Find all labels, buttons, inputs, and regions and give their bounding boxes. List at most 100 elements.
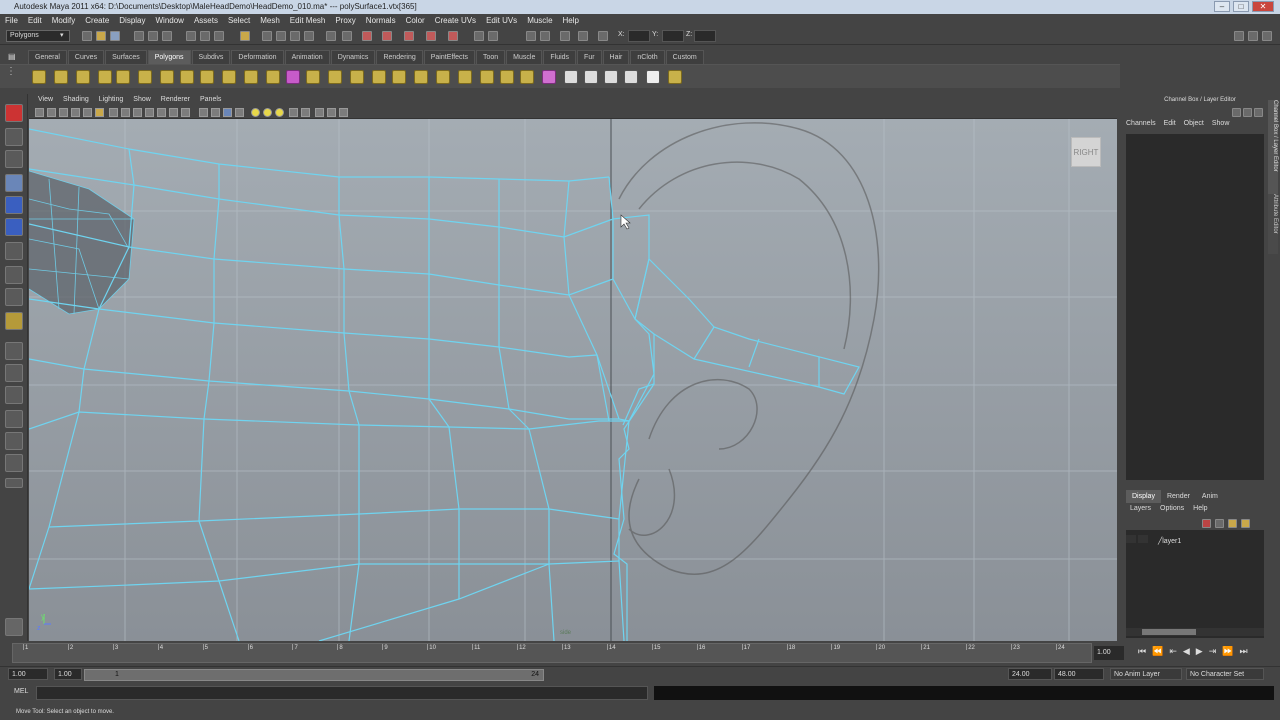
shelf-tab-polygons[interactable]: Polygons <box>147 50 191 64</box>
panel-menu-show[interactable]: Show <box>128 94 156 106</box>
shelf-tab-curves[interactable]: Curves <box>67 50 105 64</box>
panel-menu-shading[interactable]: Shading <box>58 94 94 106</box>
shelf-tab-rendering[interactable]: Rendering <box>376 50 423 64</box>
play-backwards-icon[interactable]: ◀ <box>1183 646 1190 657</box>
paint-select-tool-icon[interactable] <box>5 150 23 168</box>
cut-uvs-icon[interactable] <box>646 70 660 84</box>
shelf-tab-muscle[interactable]: Muscle <box>506 50 543 64</box>
layout-uvs-icon[interactable] <box>604 70 618 84</box>
show-attribute-editor-icon[interactable] <box>1234 31 1244 41</box>
image-plane-icon[interactable] <box>71 108 80 117</box>
shelf-tab-toon[interactable]: Toon <box>475 50 506 64</box>
menu-muscle[interactable]: Muscle <box>522 14 557 27</box>
resolution-gate-icon[interactable] <box>133 108 142 117</box>
animation-end-field[interactable]: 48.00 <box>1054 668 1104 680</box>
playback-end-field[interactable]: 24.00 <box>1008 668 1052 680</box>
step-back-key-icon[interactable]: ⇤ <box>1169 646 1177 657</box>
render-view-icon[interactable] <box>426 31 436 41</box>
menu-mesh[interactable]: Mesh <box>255 14 285 27</box>
poly-sphere-icon[interactable] <box>32 70 46 84</box>
menu-help[interactable]: Help <box>558 14 584 27</box>
xray-joints-icon[interactable] <box>301 108 310 117</box>
snap-grid-icon[interactable] <box>262 31 272 41</box>
z-field[interactable] <box>694 30 716 42</box>
toggle-panel-icon[interactable] <box>578 31 588 41</box>
layer-row[interactable]: ╱layer1 <box>1126 535 1260 546</box>
render-settings-icon[interactable] <box>382 31 392 41</box>
automatic-mapping-icon[interactable] <box>542 70 556 84</box>
rename-icon[interactable] <box>526 31 536 41</box>
bevel-icon[interactable] <box>436 70 450 84</box>
shelf-tab-subdivs[interactable]: Subdivs <box>191 50 231 64</box>
gate-mask-icon[interactable] <box>145 108 154 117</box>
poly-torus-icon[interactable] <box>138 70 152 84</box>
save-scene-icon[interactable] <box>110 31 120 41</box>
panel-menu-lighting[interactable]: Lighting <box>94 94 129 106</box>
safe-title-icon[interactable] <box>181 108 190 117</box>
shelf-tab-painteffects[interactable]: PaintEffects <box>423 50 475 64</box>
shelf-tab-custom[interactable]: Custom <box>665 50 704 64</box>
poly-cube-icon[interactable] <box>54 70 68 84</box>
four-view-layout-icon[interactable] <box>5 364 23 382</box>
menu-assets[interactable]: Assets <box>189 14 223 27</box>
new-layer-icon[interactable] <box>1202 519 1211 528</box>
grease-pencil-icon[interactable] <box>95 108 104 117</box>
layer-move-down-icon[interactable] <box>1241 519 1250 528</box>
show-modeling-toolkit-icon[interactable] <box>560 31 570 41</box>
menu-edit[interactable]: Edit <box>23 14 47 27</box>
shelf-tab-animation[interactable]: Animation <box>284 50 330 64</box>
merge-icon[interactable] <box>458 70 472 84</box>
layer-tab-display[interactable]: Display <box>1126 490 1161 503</box>
split-polygon-icon[interactable] <box>392 70 406 84</box>
tool-settings-mode-icon[interactable] <box>1254 108 1263 117</box>
grid-toggle-icon[interactable] <box>109 108 118 117</box>
shelf-tab-dynamics[interactable]: Dynamics <box>330 50 376 64</box>
playback-start-field[interactable]: 1.00 <box>54 668 82 680</box>
time-slider-ruler[interactable]: 1 2 3 4 5 6 7 8 9 10 11 12 13 14 15 16 17 18 19 20 21 22 23 24 <box>12 643 1092 663</box>
help-tool-icon[interactable] <box>5 618 23 636</box>
render-icon[interactable] <box>342 31 352 41</box>
select-object-icon[interactable] <box>148 31 158 41</box>
close-button[interactable]: ✕ <box>1252 1 1274 12</box>
ipr-render-icon[interactable] <box>362 31 372 41</box>
poly-prism-icon[interactable] <box>160 70 174 84</box>
show-tool-settings-icon[interactable] <box>1248 31 1258 41</box>
show-channel-box-icon[interactable] <box>1262 31 1272 41</box>
merge-to-center-icon[interactable] <box>480 70 494 84</box>
collapse-icon[interactable] <box>500 70 514 84</box>
rotate-tool-icon[interactable] <box>5 196 23 214</box>
layer-menu-layers[interactable]: Layers <box>1130 505 1151 512</box>
xray-icon[interactable] <box>289 108 298 117</box>
bridge-icon[interactable] <box>328 70 342 84</box>
minimize-button[interactable]: – <box>1214 1 1230 12</box>
relative-transform-icon[interactable] <box>488 31 498 41</box>
poly-pipe-icon[interactable] <box>180 70 194 84</box>
combine-icon[interactable] <box>244 70 258 84</box>
shadows-icon[interactable] <box>275 108 284 117</box>
bookmark-icon[interactable] <box>59 108 68 117</box>
poly-plane-icon[interactable] <box>116 70 130 84</box>
wireframe-on-shaded-icon[interactable] <box>223 108 232 117</box>
scale-tool-icon[interactable] <box>5 218 23 236</box>
lasso-tool-icon[interactable] <box>5 128 23 146</box>
panel-menu-renderer[interactable]: Renderer <box>156 94 195 106</box>
panel-menu-view[interactable]: View <box>33 94 58 106</box>
panel-menu-panels[interactable]: Panels <box>195 94 226 106</box>
shelf-tab-hair[interactable]: Hair <box>602 50 630 64</box>
poly-soccer-ball-icon[interactable] <box>222 70 236 84</box>
go-to-end-icon[interactable]: ⏭ <box>1239 646 1247 657</box>
channel-box-mode-icon[interactable] <box>1232 108 1241 117</box>
snap-point-icon[interactable] <box>290 31 300 41</box>
history-icon[interactable] <box>326 31 336 41</box>
shelf-menu-icon[interactable]: ▤ <box>8 52 16 61</box>
current-frame-field[interactable]: 1.00 <box>1094 646 1124 660</box>
channel-box-menu-channels[interactable]: Channels <box>1126 120 1156 127</box>
mask-face-icon[interactable] <box>214 31 224 41</box>
move-tool-icon[interactable] <box>5 174 23 192</box>
wireframe-icon[interactable] <box>199 108 208 117</box>
step-back-frame-icon[interactable]: ⏪ <box>1152 646 1163 657</box>
mask-vertex-icon[interactable] <box>186 31 196 41</box>
shelf-tab-ncloth[interactable]: nCloth <box>630 50 665 64</box>
shelf-scroll-icon[interactable]: ⋮ <box>6 66 16 77</box>
planar-mapping-icon[interactable] <box>520 70 534 84</box>
